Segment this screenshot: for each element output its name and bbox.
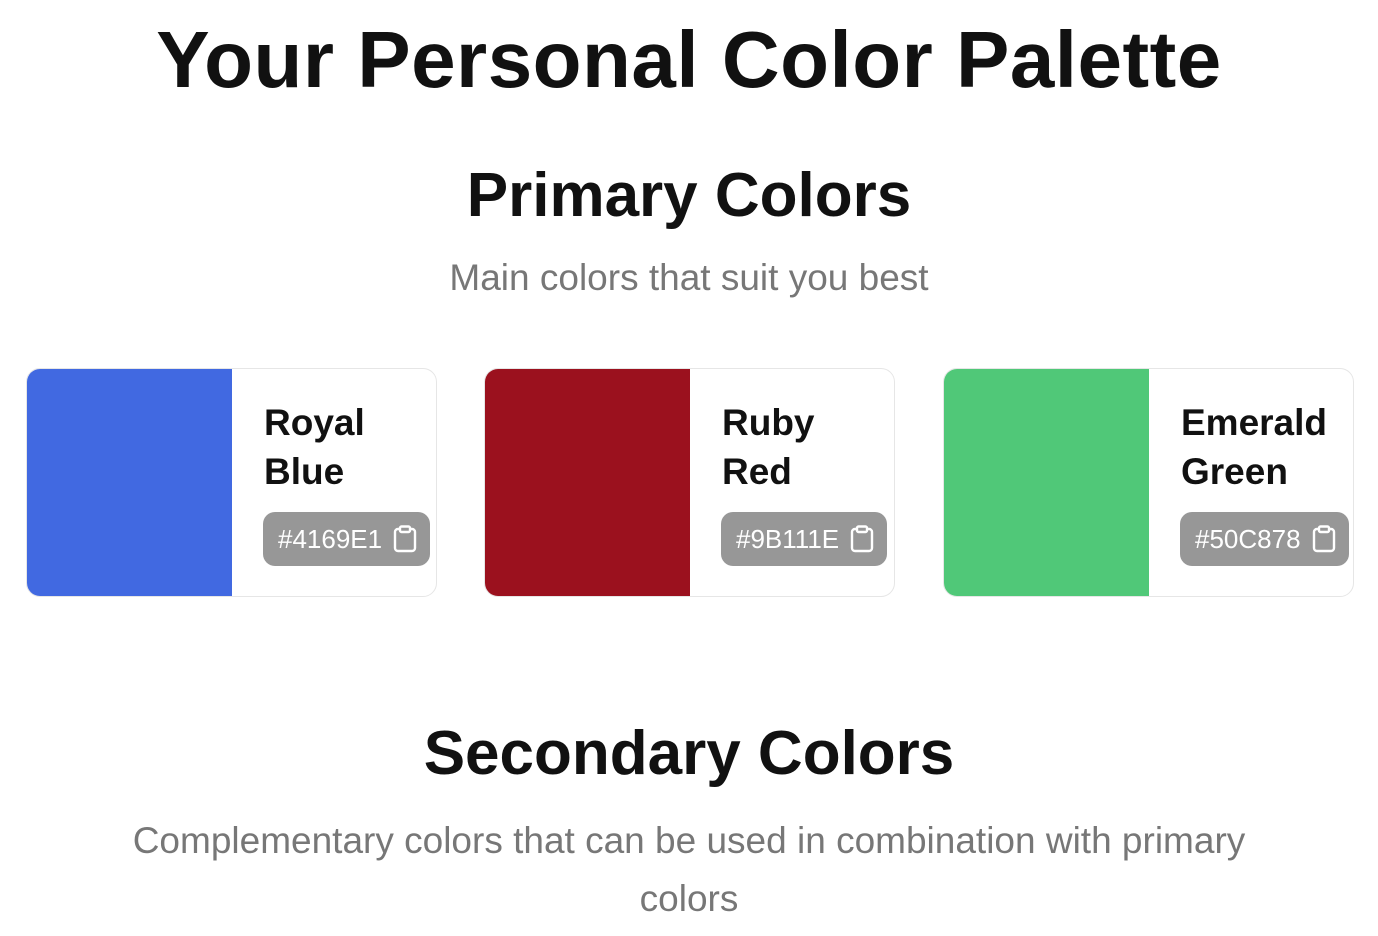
primary-color-cards: Royal Blue #4169E1 Ruby Red #9B111E Emer… <box>26 368 1354 597</box>
color-card-ruby-red: Ruby Red #9B111E <box>484 368 895 597</box>
clipboard-icon <box>392 525 418 553</box>
color-name: Ruby Red <box>722 402 815 492</box>
hex-code: #4169E1 <box>278 524 383 554</box>
copy-hex-button[interactable]: #50C878 <box>1180 512 1349 566</box>
copy-hex-button[interactable]: #9B111E <box>721 512 888 566</box>
hex-code: #50C878 <box>1195 524 1301 554</box>
color-swatch <box>485 369 690 596</box>
color-swatch <box>27 369 232 596</box>
clipboard-icon <box>1311 525 1337 553</box>
palette-page: Your Personal Color Palette Primary Colo… <box>0 0 1378 936</box>
page-title: Your Personal Color Palette <box>156 15 1222 104</box>
color-swatch <box>944 369 1149 596</box>
color-name: Emerald Green <box>1181 402 1328 492</box>
color-name: Royal Blue <box>264 402 365 492</box>
color-card-emerald-green: Emerald Green #50C878 <box>943 368 1354 597</box>
secondary-section-title: Secondary Colors <box>423 719 955 788</box>
clipboard-icon <box>849 525 875 553</box>
color-card-royal-blue: Royal Blue #4169E1 <box>26 368 437 597</box>
hex-code: #9B111E <box>736 524 840 554</box>
primary-section-title: Primary Colors <box>466 161 912 230</box>
copy-hex-button[interactable]: #4169E1 <box>263 512 431 566</box>
primary-section-subtitle: Main colors that suit you best <box>449 257 929 298</box>
secondary-section-subtitle: Complementary colors that can be used in… <box>132 820 1246 919</box>
